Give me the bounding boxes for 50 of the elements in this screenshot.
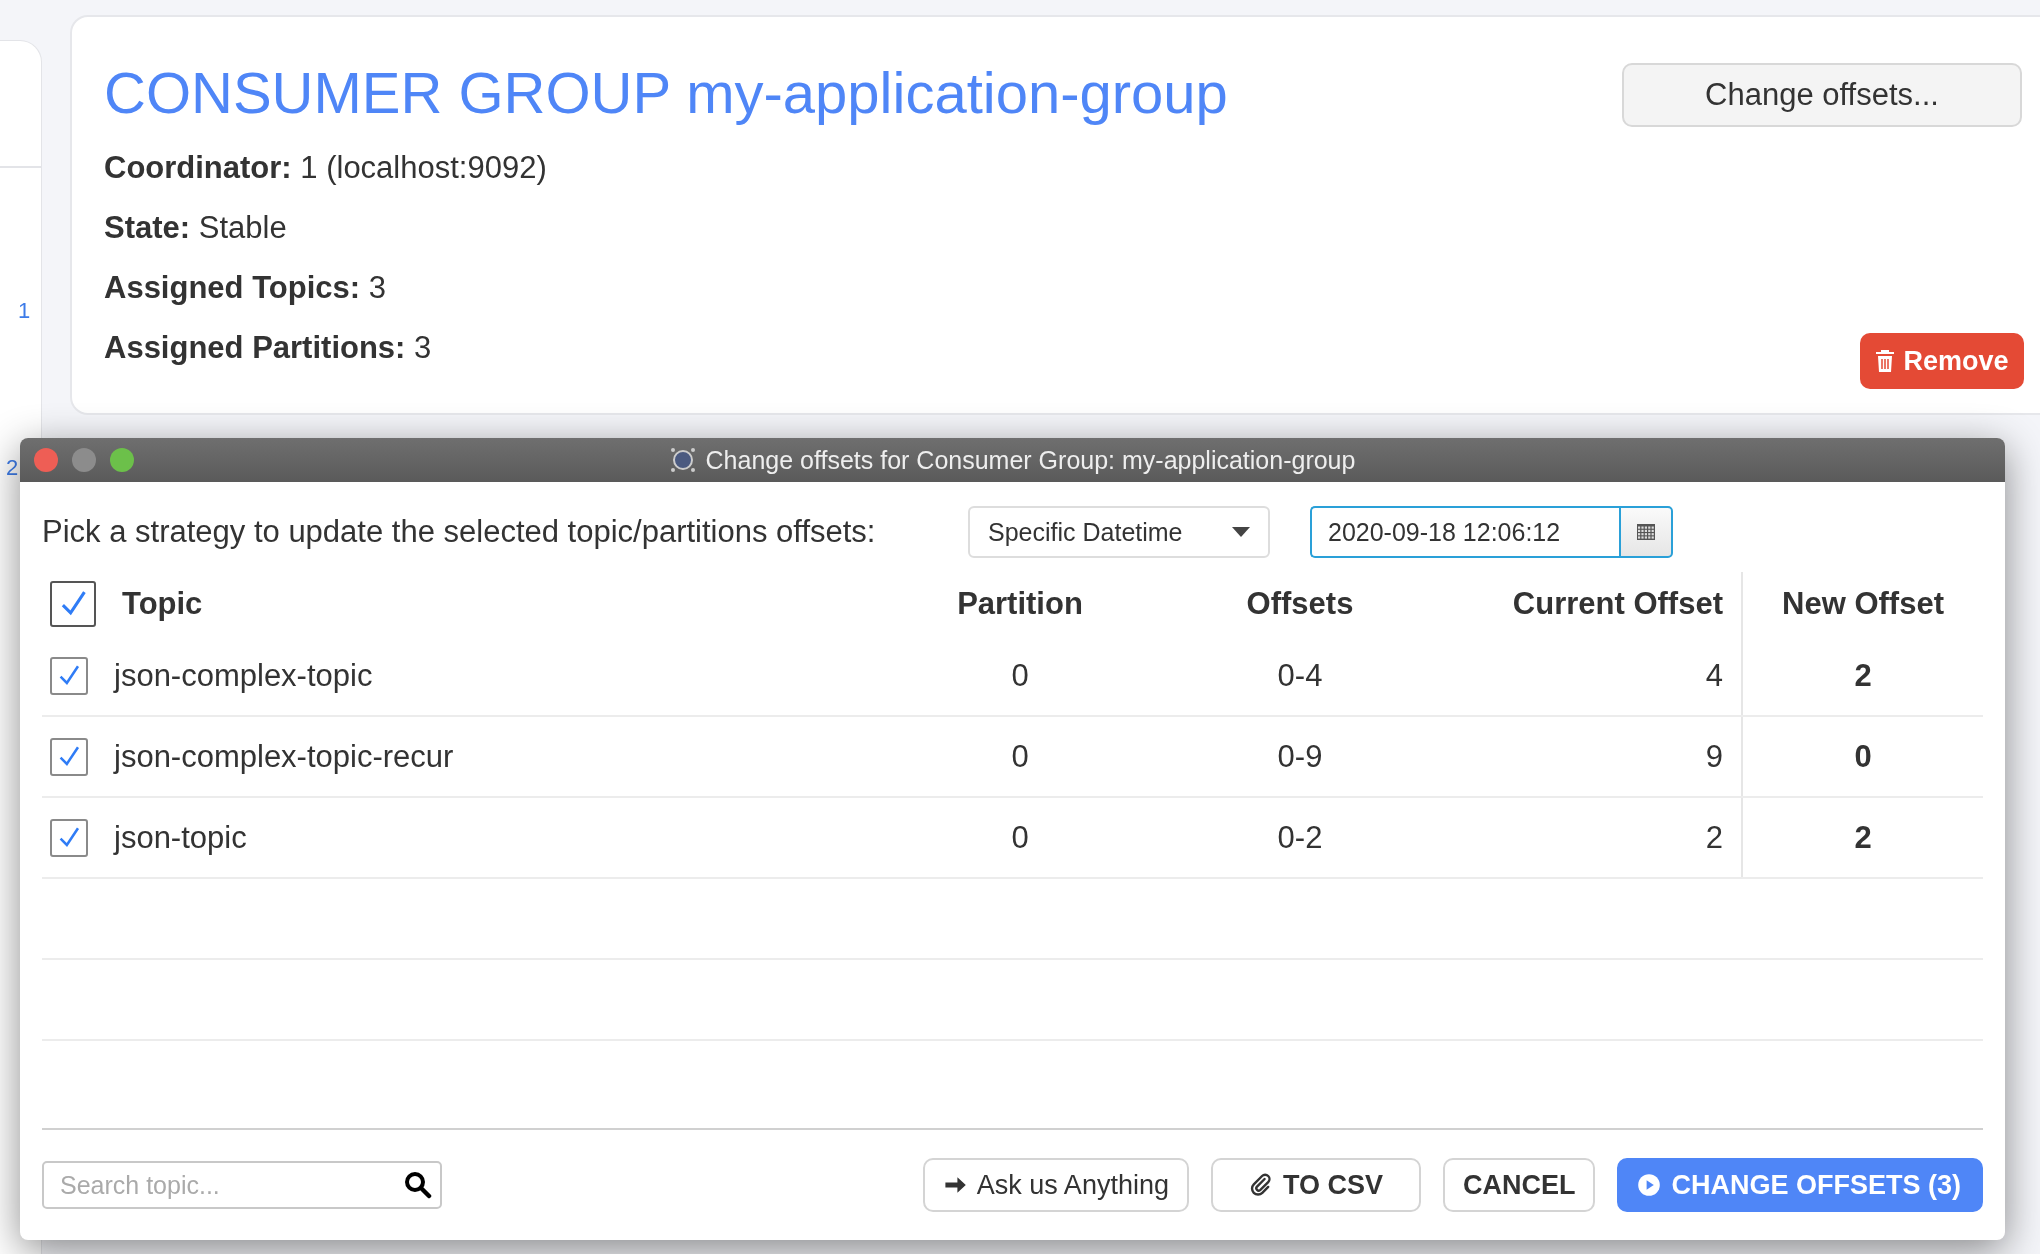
table-cell: 0 [890, 636, 1150, 716]
checkbox[interactable] [50, 581, 96, 627]
window-control[interactable] [110, 448, 134, 472]
checkbox[interactable] [50, 656, 88, 695]
export-csv-button[interactable]: TO CSV [1210, 1158, 1421, 1212]
detail-line: State: Stable [104, 211, 287, 245]
calendar-icon [1637, 524, 1655, 540]
calendar-button[interactable] [1619, 506, 1673, 558]
table-cell: 2 [1450, 797, 1742, 878]
line-number: 1 [18, 298, 31, 324]
checkbox[interactable] [50, 818, 88, 857]
paperclip-icon [1248, 1173, 1273, 1197]
detail-line: Assigned Topics: 3 [104, 271, 386, 305]
caret-icon [1232, 527, 1250, 537]
column-header: Partition [956, 585, 1084, 623]
search-icon [404, 1171, 432, 1199]
detail-line: Assigned Partitions: 3 [104, 331, 432, 365]
play-circle-icon [1637, 1173, 1662, 1197]
column-header: Current Offset [1450, 572, 1742, 636]
table-cell: json-complex-topic [114, 657, 373, 694]
window-title: Change offsets for Consumer Group: my-application-group [705, 445, 1356, 475]
trash-icon [1875, 349, 1896, 373]
line-number: 2 [6, 455, 19, 481]
table-cell: 2 [1742, 636, 1983, 716]
table-cell: 9 [1450, 716, 1742, 797]
table-cell: 2 [1742, 797, 1983, 878]
table-cell: 0-9 [1150, 716, 1450, 797]
detail-line: Coordinator: 1 (localhost:9092) [104, 151, 547, 185]
checkbox[interactable] [50, 737, 88, 776]
search-field[interactable]: Search topic... [42, 1161, 442, 1209]
table-cell: 4 [1450, 636, 1742, 716]
remove-button[interactable]: Remove [1860, 333, 2024, 389]
table-cell: 0 [890, 797, 1150, 878]
column-header: New Offset [1742, 572, 1983, 636]
strategy-label: Pick a strategy to update the selected topic/partitions offsets: [42, 514, 877, 550]
ring-icon [669, 447, 696, 473]
datetime-field[interactable]: 2020-09-18 12:06:12 [1310, 506, 1619, 558]
table-cell: json-complex-topic-recur [114, 738, 454, 775]
ask-button[interactable]: Ask us Anything [922, 1158, 1189, 1212]
change-offsets-button[interactable]: Change offsets... [1622, 63, 2022, 127]
page-title: CONSUMER GROUP my-application-group [104, 59, 1228, 126]
strategy-dropdown[interactable]: Specific Datetime [968, 506, 1270, 558]
table-cell: 0-4 [1150, 636, 1450, 716]
table-cell: 0 [1742, 716, 1983, 797]
column-header: Offsets [1245, 585, 1355, 623]
table-cell: json-topic [114, 819, 247, 856]
table-cell: 0-2 [1150, 797, 1450, 878]
cancel-button[interactable]: CANCEL [1443, 1158, 1596, 1212]
table-cell: 0 [890, 716, 1150, 797]
column-header: Topic [122, 586, 203, 622]
